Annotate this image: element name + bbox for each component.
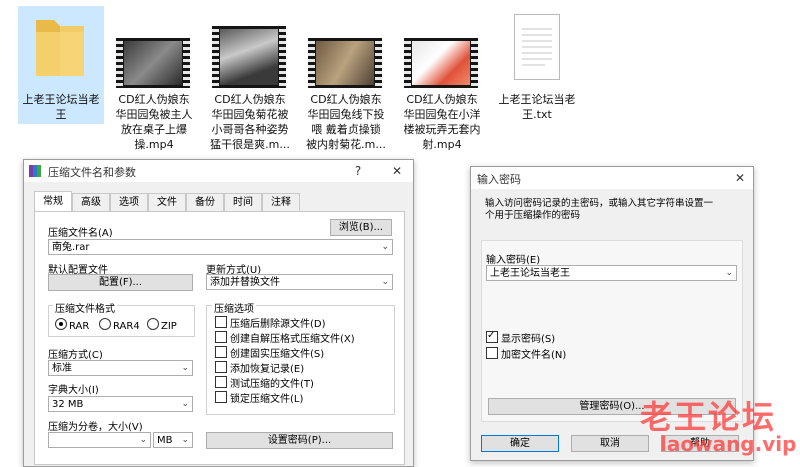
dict-size-value: 32 MB — [52, 399, 84, 410]
cancel-button[interactable]: 取消 — [571, 435, 649, 452]
option-label: 测试压缩的文件(T) — [230, 379, 314, 390]
option-label: 锁定压缩文件(L) — [230, 394, 304, 405]
title-bar: 输入密码 ✕ — [471, 167, 753, 189]
encrypt-names-checkbox[interactable]: 加密文件名(N) — [486, 347, 566, 362]
archive-name-value: 南兔.rar — [52, 242, 90, 253]
close-icon[interactable]: ✕ — [731, 169, 749, 187]
sfx-checkbox[interactable]: 创建自解压格式压缩文件(X) — [215, 331, 355, 346]
video-thumbnail — [116, 38, 190, 88]
set-password-button[interactable]: 设置密码(P)... — [206, 432, 393, 449]
option-label: 创建固实压缩文件(S) — [230, 349, 325, 360]
video-thumbnail — [308, 38, 382, 88]
format-zip-label: ZIP — [161, 321, 177, 332]
method-value: 标准 — [52, 363, 72, 374]
chevron-down-icon: ⌄ — [381, 277, 389, 287]
format-rar-radio[interactable]: RAR — [55, 318, 89, 332]
update-mode-value: 添加并替换文件 — [210, 277, 280, 288]
ok-button[interactable]: 确定 — [481, 435, 559, 452]
folder-icon — [32, 14, 88, 80]
archive-name-label: 压缩文件名(A) — [48, 228, 113, 239]
dialog-title: 压缩文件名和参数 — [48, 166, 136, 179]
checkbox-icon — [486, 329, 498, 343]
password-input[interactable]: 上老王论坛当老王 ⌄ — [486, 265, 737, 281]
format-rar4-radio[interactable]: RAR4 — [99, 318, 140, 332]
file-label: CD红人伪娘东 华田园兔被主人 放在桌子上爆 操.mp4 — [115, 93, 193, 151]
chevron-down-icon: ⌄ — [181, 435, 189, 445]
archive-name-dialog: 压缩文件名和参数 ? ✕ 常规 高级 选项 文件 备份 时间 注释 压缩文件名(… — [23, 159, 414, 467]
chevron-down-icon: ⌄ — [181, 363, 189, 373]
checkbox-icon — [215, 316, 227, 328]
tab-time[interactable]: 时间 — [224, 193, 262, 211]
radio-icon — [99, 318, 111, 330]
lock-archive-checkbox[interactable]: 锁定压缩文件(L) — [215, 391, 303, 406]
file-label: CD红人伪娘东 华田园兔线下投 喂 戴着贞操锁 被内射菊花.m... — [306, 93, 386, 151]
profiles-button[interactable]: 配置(F)... — [48, 274, 193, 291]
tab-options[interactable]: 选项 — [110, 193, 148, 211]
checkbox-icon — [215, 331, 227, 343]
checkbox-icon — [215, 376, 227, 388]
recovery-record-checkbox[interactable]: 添加恢复记录(E) — [215, 361, 304, 376]
checkbox-icon — [215, 346, 227, 358]
encrypt-names-label: 加密文件名(N) — [501, 350, 567, 361]
password-value: 上老王论坛当老王 — [490, 268, 570, 279]
file-label: 上老王论坛当老 王 — [22, 93, 100, 121]
dict-size-label: 字典大小(I) — [48, 385, 99, 396]
chevron-down-icon[interactable]: ⌄ — [725, 266, 733, 281]
option-label: 创建自解压格式压缩文件(X) — [230, 334, 355, 345]
checkbox-icon — [215, 391, 227, 403]
method-select[interactable]: 标准 ⌄ — [48, 360, 193, 376]
delete-after-checkbox[interactable]: 压缩后删除源文件(D) — [215, 316, 326, 331]
option-label: 添加恢复记录(E) — [230, 364, 305, 375]
video-thumbnail — [404, 38, 478, 88]
solid-checkbox[interactable]: 创建固实压缩文件(S) — [215, 346, 324, 361]
option-label: 压缩后删除源文件(D) — [230, 319, 326, 330]
update-mode-select[interactable]: 添加并替换文件 ⌄ — [206, 274, 393, 290]
split-unit-value: MB — [157, 435, 173, 446]
show-password-checkbox[interactable]: 显示密码(S) — [486, 329, 556, 346]
checkbox-icon — [486, 347, 498, 359]
file-label: CD红人伪娘东 华田园兔菊花被 小哥哥各种姿势 猛干很是爽.m... — [210, 93, 290, 151]
split-unit-select[interactable]: MB ⌄ — [153, 432, 193, 448]
winrar-icon — [29, 165, 41, 177]
split-label: 压缩为分卷，大小(V) — [48, 422, 143, 433]
tab-comment[interactable]: 注释 — [262, 193, 300, 211]
format-rar4-label: RAR4 — [113, 321, 140, 332]
tab-advanced[interactable]: 高级 — [72, 193, 110, 211]
chevron-down-icon[interactable]: ⌄ — [381, 240, 389, 255]
document-icon — [514, 14, 560, 80]
watermark-url: laowang.vip — [660, 432, 797, 456]
folder-item[interactable]: 上老王论坛当老 王 — [18, 6, 104, 124]
file-label: 上老王论坛当老 王.txt — [498, 93, 576, 121]
radio-icon — [147, 318, 159, 330]
title-bar: 压缩文件名和参数 ? ✕ — [24, 160, 413, 182]
radio-icon — [55, 318, 67, 330]
test-files-checkbox[interactable]: 测试压缩的文件(T) — [215, 376, 314, 391]
format-zip-radio[interactable]: ZIP — [147, 318, 177, 332]
format-group-label: 压缩文件格式 — [53, 300, 117, 315]
dict-size-select[interactable]: 32 MB ⌄ — [48, 396, 193, 412]
tab-general[interactable]: 常规 — [34, 191, 72, 212]
file-label: CD红人伪娘东 华田园兔在小洋 楼被玩弄无套内 射.mp4 — [403, 93, 481, 151]
chevron-down-icon: ⌄ — [181, 399, 189, 409]
general-panel: 压缩文件名(A) 浏览(B)... 南兔.rar ⌄ 默认配置文件 配置(F).… — [34, 211, 405, 465]
password-label: 输入密码(E) — [486, 255, 541, 266]
browse-button[interactable]: 浏览(B)... — [330, 219, 392, 236]
help-icon[interactable]: ? — [349, 162, 367, 180]
checkbox-icon — [215, 361, 227, 373]
tab-backup[interactable]: 备份 — [186, 193, 224, 211]
options-group-label: 压缩选项 — [212, 300, 256, 315]
tab-files[interactable]: 文件 — [148, 193, 186, 211]
split-size-select[interactable]: ⌄ — [48, 432, 151, 448]
tab-strip: 常规 高级 选项 文件 备份 时间 注释 — [34, 191, 404, 212]
show-password-label: 显示密码(S) — [501, 334, 556, 345]
format-rar-label: RAR — [69, 321, 90, 332]
method-label: 压缩方式(C) — [48, 350, 103, 361]
password-description: 输入访问密码记录的主密码，或输入其它字符串设置一 个用于压缩操作的密码 — [485, 198, 714, 221]
dialog-title: 输入密码 — [477, 173, 521, 186]
chevron-down-icon: ⌄ — [139, 435, 147, 445]
video-thumbnail — [212, 26, 286, 88]
archive-name-field[interactable]: 南兔.rar ⌄ — [48, 239, 393, 255]
close-icon[interactable]: ✕ — [388, 162, 406, 180]
